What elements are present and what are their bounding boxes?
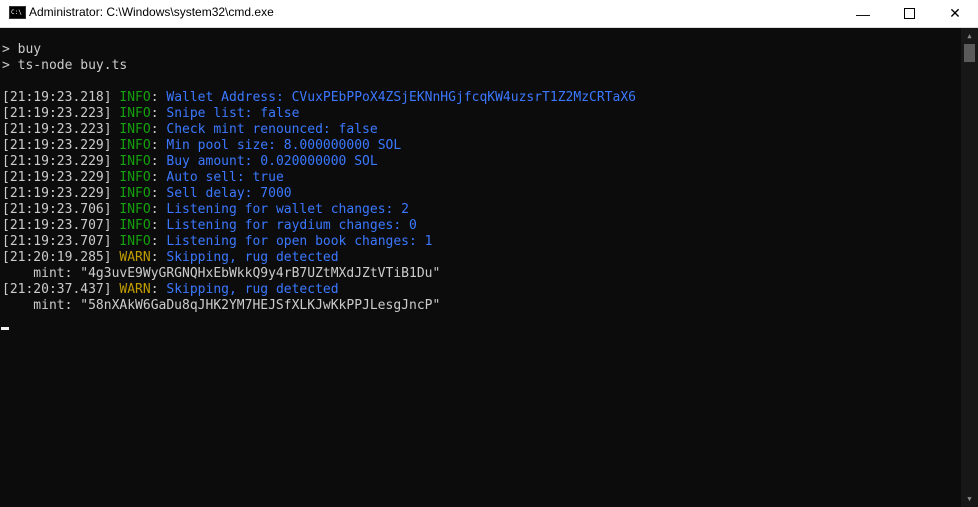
log-level: INFO (119, 218, 151, 233)
log-message: Sell delay: 7000 (166, 186, 292, 201)
log-line: [21:20:19.285] WARN: Skipping, rug detec… (2, 250, 339, 265)
log-level: INFO (119, 154, 151, 169)
log-message: Listening for wallet changes: 2 (166, 202, 410, 217)
vertical-scrollbar[interactable]: ▲ ▼ (961, 28, 978, 507)
log-level: INFO (119, 106, 151, 121)
log-timestamp: [21:19:23.229] (2, 138, 112, 153)
log-message: Auto sell: true (166, 170, 284, 185)
log-line: [21:19:23.707] INFO: Listening for open … (2, 234, 433, 249)
log-line: [21:19:23.223] INFO: Snipe list: false (2, 106, 300, 121)
cmd-icon: C:\ (9, 6, 26, 19)
log-mint: mint: "4g3uvE9WyGRGNQHxEbWkkQ9y4rB7UZtMX… (2, 266, 441, 281)
log-message: Wallet Address: CVuxPEbPPoX4ZSjEKNnHGjfc… (166, 90, 636, 105)
command-text: ts-node buy.ts (9, 58, 128, 73)
scroll-up-icon[interactable]: ▲ (961, 32, 978, 40)
log-line: [21:19:23.218] INFO: Wallet Address: CVu… (2, 90, 636, 105)
log-line: [21:19:23.229] INFO: Sell delay: 7000 (2, 186, 292, 201)
log-message: Listening for raydium changes: 0 (166, 218, 417, 233)
window-title: Administrator: C:\Windows\system32\cmd.e… (29, 5, 274, 19)
command-line: > ts-node buy.ts (2, 58, 636, 74)
log-timestamp: [21:19:23.706] (2, 202, 112, 217)
log-mint: mint: "58nXAkW6GaDu8qJHK2YM7HEJSfXLKJwKk… (2, 298, 441, 313)
command-line: > buy (2, 42, 636, 58)
close-icon: ✕ (949, 5, 961, 21)
log-timestamp: [21:19:23.218] (2, 90, 112, 105)
log-line: [21:19:23.229] INFO: Min pool size: 8.00… (2, 138, 402, 153)
log-level: INFO (119, 122, 151, 137)
close-button[interactable]: ✕ (932, 0, 978, 27)
prompt: > (2, 42, 10, 57)
log-message: Check mint renounced: false (166, 122, 378, 137)
scroll-down-icon[interactable]: ▼ (961, 495, 978, 503)
log-timestamp: [21:19:23.229] (2, 170, 112, 185)
log-timestamp: [21:20:19.285] (2, 250, 112, 265)
log-level: WARN (119, 250, 151, 265)
log-timestamp: [21:19:23.229] (2, 154, 112, 169)
log-level: INFO (119, 170, 151, 185)
minimize-button[interactable]: — (840, 0, 886, 27)
maximize-button[interactable] (886, 0, 932, 27)
log-timestamp: [21:19:23.223] (2, 122, 112, 137)
log-level: INFO (119, 90, 151, 105)
log-timestamp: [21:19:23.223] (2, 106, 112, 121)
log-level: INFO (119, 138, 151, 153)
command-text: buy (9, 42, 42, 57)
maximize-icon (903, 8, 915, 19)
log-timestamp: [21:20:37.437] (2, 282, 112, 297)
log-line: [21:19:23.229] INFO: Auto sell: true (2, 170, 284, 185)
title-bar[interactable]: C:\ Administrator: C:\Windows\system32\c… (0, 0, 978, 28)
log-line: [21:20:37.437] WARN: Skipping, rug detec… (2, 282, 339, 297)
text-cursor (1, 327, 9, 330)
prompt: > (2, 58, 10, 73)
log-line: [21:19:23.229] INFO: Buy amount: 0.02000… (2, 154, 378, 169)
log-level: INFO (119, 202, 151, 217)
log-timestamp: [21:19:23.229] (2, 186, 112, 201)
scroll-thumb[interactable] (964, 44, 975, 62)
log-line: [21:19:23.707] INFO: Listening for raydi… (2, 218, 417, 233)
log-line: [21:19:23.223] INFO: Check mint renounce… (2, 122, 378, 137)
log-message: Min pool size: 8.000000000 SOL (166, 138, 402, 153)
log-level: INFO (119, 186, 151, 201)
log-message: Snipe list: false (166, 106, 300, 121)
minimize-icon: — (856, 5, 870, 22)
log-message: Skipping, rug detected (166, 282, 339, 297)
log-timestamp: [21:19:23.707] (2, 234, 112, 249)
log-message: Listening for open book changes: 1 (166, 234, 433, 249)
log-level: INFO (119, 234, 151, 249)
log-timestamp: [21:19:23.707] (2, 218, 112, 233)
log-message: Buy amount: 0.020000000 SOL (166, 154, 378, 169)
log-level: WARN (119, 282, 151, 297)
log-line: [21:19:23.706] INFO: Listening for walle… (2, 202, 410, 217)
log-message: Skipping, rug detected (166, 250, 339, 265)
console-output[interactable]: > buy > ts-node buy.ts [21:19:23.218] INF… (2, 42, 636, 314)
